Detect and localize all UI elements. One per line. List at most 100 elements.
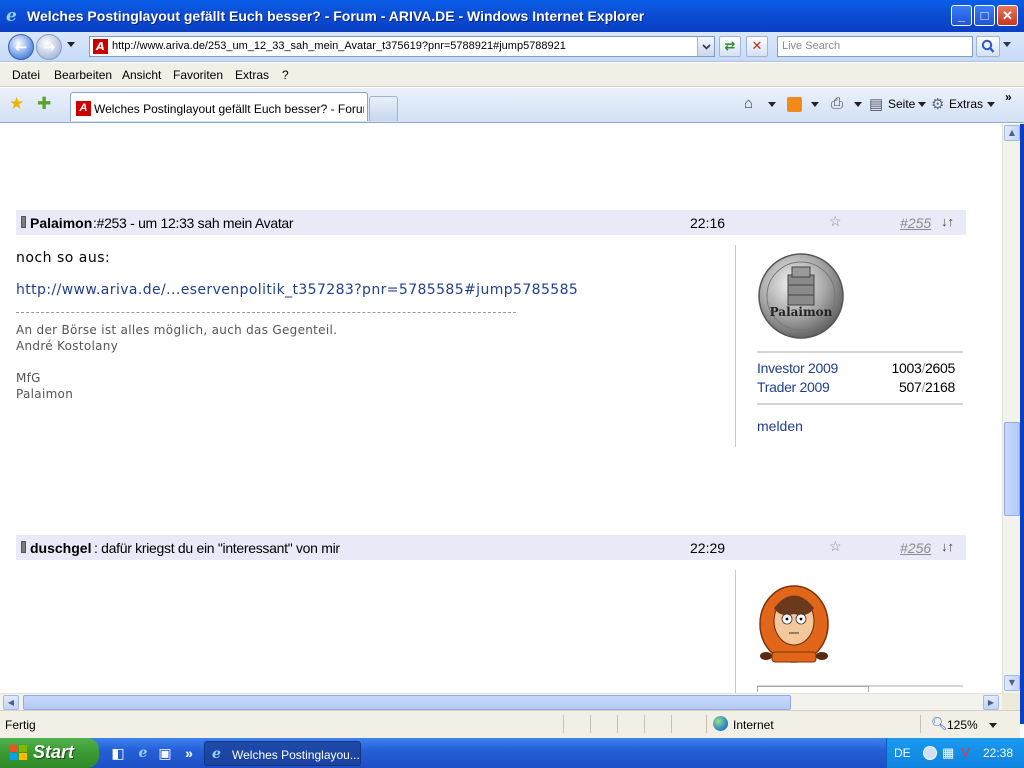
status-divider <box>706 715 707 733</box>
taskbar: Start ◧ e ▣ » e Welches Postinglayou... … <box>0 738 1024 768</box>
signature-line: Palaimon <box>16 387 74 401</box>
ie-logo-icon: e <box>212 746 221 762</box>
language-indicator[interactable]: DE <box>894 746 911 760</box>
close-button[interactable]: ✕ <box>997 5 1018 26</box>
add-favorite-icon[interactable]: ✚ <box>37 94 51 114</box>
post-grip-icon <box>21 541 26 553</box>
windows-flag-icon <box>10 745 28 761</box>
stat-row: Investor 2009 1003/2605 <box>757 359 963 378</box>
gear-icon[interactable]: ⚙ <box>931 95 944 113</box>
tools-menu[interactable]: Extras <box>949 97 983 111</box>
menu-help[interactable]: ? <box>282 68 289 82</box>
maximize-button[interactable]: □ <box>974 5 995 26</box>
back-button[interactable]: ← <box>8 34 34 60</box>
post-number[interactable]: #255 <box>900 215 931 231</box>
coin-avatar-icon: Palaimon <box>758 253 844 339</box>
post-subject: : dafür kriegst du ein "interessant" von… <box>94 540 340 556</box>
author-sidebar <box>735 570 966 693</box>
home-icon[interactable]: ⌂ <box>744 95 753 112</box>
page-dropdown-icon[interactable] <box>918 102 926 107</box>
scroll-left-button[interactable]: ◀ <box>3 695 19 710</box>
ie-logo-icon: e <box>6 6 17 26</box>
print-dropdown-icon[interactable] <box>854 102 862 107</box>
quicklaunch-ie-icon[interactable]: e <box>135 745 151 761</box>
tab-current-page[interactable]: A Welches Postinglayout gefällt Euch bes… <box>70 92 368 121</box>
search-options-icon[interactable] <box>1003 42 1011 47</box>
star-icon[interactable]: ☆ <box>829 213 842 230</box>
status-divider <box>617 715 618 733</box>
address-dropdown-button[interactable] <box>697 37 714 56</box>
up-down-arrows-icon[interactable]: ↓↑ <box>941 214 954 229</box>
up-down-arrows-icon[interactable]: ↓↑ <box>941 539 954 554</box>
toolbar-overflow-icon[interactable]: » <box>1005 90 1012 104</box>
menu-bearbeiten[interactable]: Bearbeiten <box>54 68 112 82</box>
post-link[interactable]: http://www.ariva.de/...eservenpolitik_t3… <box>16 282 578 298</box>
address-url: http://www.ariva.de/253_um_12_33_sah_mei… <box>112 40 566 52</box>
stat-label[interactable]: Investor 2009 <box>757 360 838 376</box>
favorites-star-icon[interactable]: ★ <box>9 94 24 114</box>
scroll-up-button[interactable]: ▲ <box>1004 125 1020 141</box>
antivirus-icon[interactable]: V <box>961 745 970 760</box>
forward-button[interactable]: → <box>36 34 62 60</box>
report-link[interactable]: melden <box>757 418 803 434</box>
tools-dropdown-icon[interactable] <box>987 102 995 107</box>
history-dropdown-icon[interactable] <box>67 42 75 47</box>
search-input[interactable]: Live Search <box>777 36 973 57</box>
print-icon[interactable]: ⎙ <box>831 95 843 112</box>
start-button[interactable]: Start <box>0 738 99 768</box>
task-label: Welches Postinglayou... <box>232 748 360 762</box>
signature: An der Börse ist alles möglich, auch das… <box>16 322 578 402</box>
avatar-caption: Palaimon <box>770 305 833 319</box>
minimize-button[interactable]: _ <box>951 5 972 26</box>
scroll-corner <box>1002 693 1020 710</box>
hscroll-thumb[interactable] <box>23 695 791 710</box>
network-icon[interactable]: ▦ <box>942 745 954 761</box>
post-time: 22:16 <box>690 215 726 231</box>
home-dropdown-icon[interactable] <box>768 102 776 107</box>
status-bar: Fertig Internet 🔍︎ 125% <box>0 710 1020 738</box>
quicklaunch-media-icon[interactable]: ▣ <box>157 745 173 761</box>
stat-row: Trader 2009 507/2168 <box>757 378 963 397</box>
feed-dropdown-icon[interactable] <box>811 102 819 107</box>
stat-box <box>757 686 869 692</box>
zoom-icon[interactable]: 🔍︎ <box>931 716 948 732</box>
system-tray: DE ▦ V 22:38 <box>886 738 1024 768</box>
taskbar-ie-task[interactable]: e Welches Postinglayou... <box>204 741 361 766</box>
tray-back-icon[interactable] <box>923 746 937 760</box>
post-author[interactable]: duschgel <box>30 540 91 556</box>
menu-extras[interactable]: Extras <box>235 68 269 82</box>
stat-value: 507/2168 <box>898 379 955 395</box>
post-author[interactable]: Palaimon <box>30 215 92 231</box>
rss-feed-icon[interactable] <box>787 97 802 112</box>
vertical-scrollbar[interactable]: ▲ ▼ <box>1002 124 1020 693</box>
menu-datei[interactable]: Datei <box>12 68 40 82</box>
address-field[interactable]: A http://www.ariva.de/253_um_12_33_sah_m… <box>89 36 715 57</box>
author-sidebar: Palaimon Investor 2009 1003/2605 Trader … <box>735 245 966 447</box>
page-icon[interactable]: ▤ <box>869 95 883 113</box>
stat-label[interactable]: Trader 2009 <box>757 379 830 395</box>
page-menu[interactable]: Seite <box>888 97 915 111</box>
search-button[interactable] <box>976 36 1000 57</box>
signature-divider <box>16 312 516 313</box>
post-grip-icon <box>21 216 26 228</box>
quicklaunch-desktop-icon[interactable]: ◧ <box>110 745 126 761</box>
stop-button[interactable]: ✕ <box>746 36 768 57</box>
horizontal-scrollbar[interactable]: ◀ ▶ <box>0 693 1002 710</box>
star-icon[interactable]: ☆ <box>829 538 842 555</box>
scroll-right-button[interactable]: ▶ <box>983 695 999 710</box>
window-border <box>1020 124 1024 724</box>
refresh-button[interactable]: ⇄ <box>719 36 741 57</box>
quicklaunch-overflow-icon[interactable]: » <box>181 745 197 761</box>
scroll-down-button[interactable]: ▼ <box>1004 675 1020 691</box>
menu-bar: Datei Bearbeiten Ansicht Favoriten Extra… <box>0 63 1024 87</box>
new-tab-button[interactable] <box>369 96 398 121</box>
post-number[interactable]: #256 <box>900 540 931 556</box>
menu-favoriten[interactable]: Favoriten <box>173 68 223 82</box>
scroll-thumb[interactable] <box>1004 422 1020 516</box>
menu-ansicht[interactable]: Ansicht <box>122 68 161 82</box>
zoom-dropdown-icon[interactable] <box>989 723 997 728</box>
post-body: noch so aus: http://www.ariva.de/...eser… <box>16 250 578 402</box>
ariva-favicon-icon: A <box>93 39 108 54</box>
kenny-avatar-icon <box>759 585 829 663</box>
zoom-level[interactable]: 125% <box>947 718 978 732</box>
